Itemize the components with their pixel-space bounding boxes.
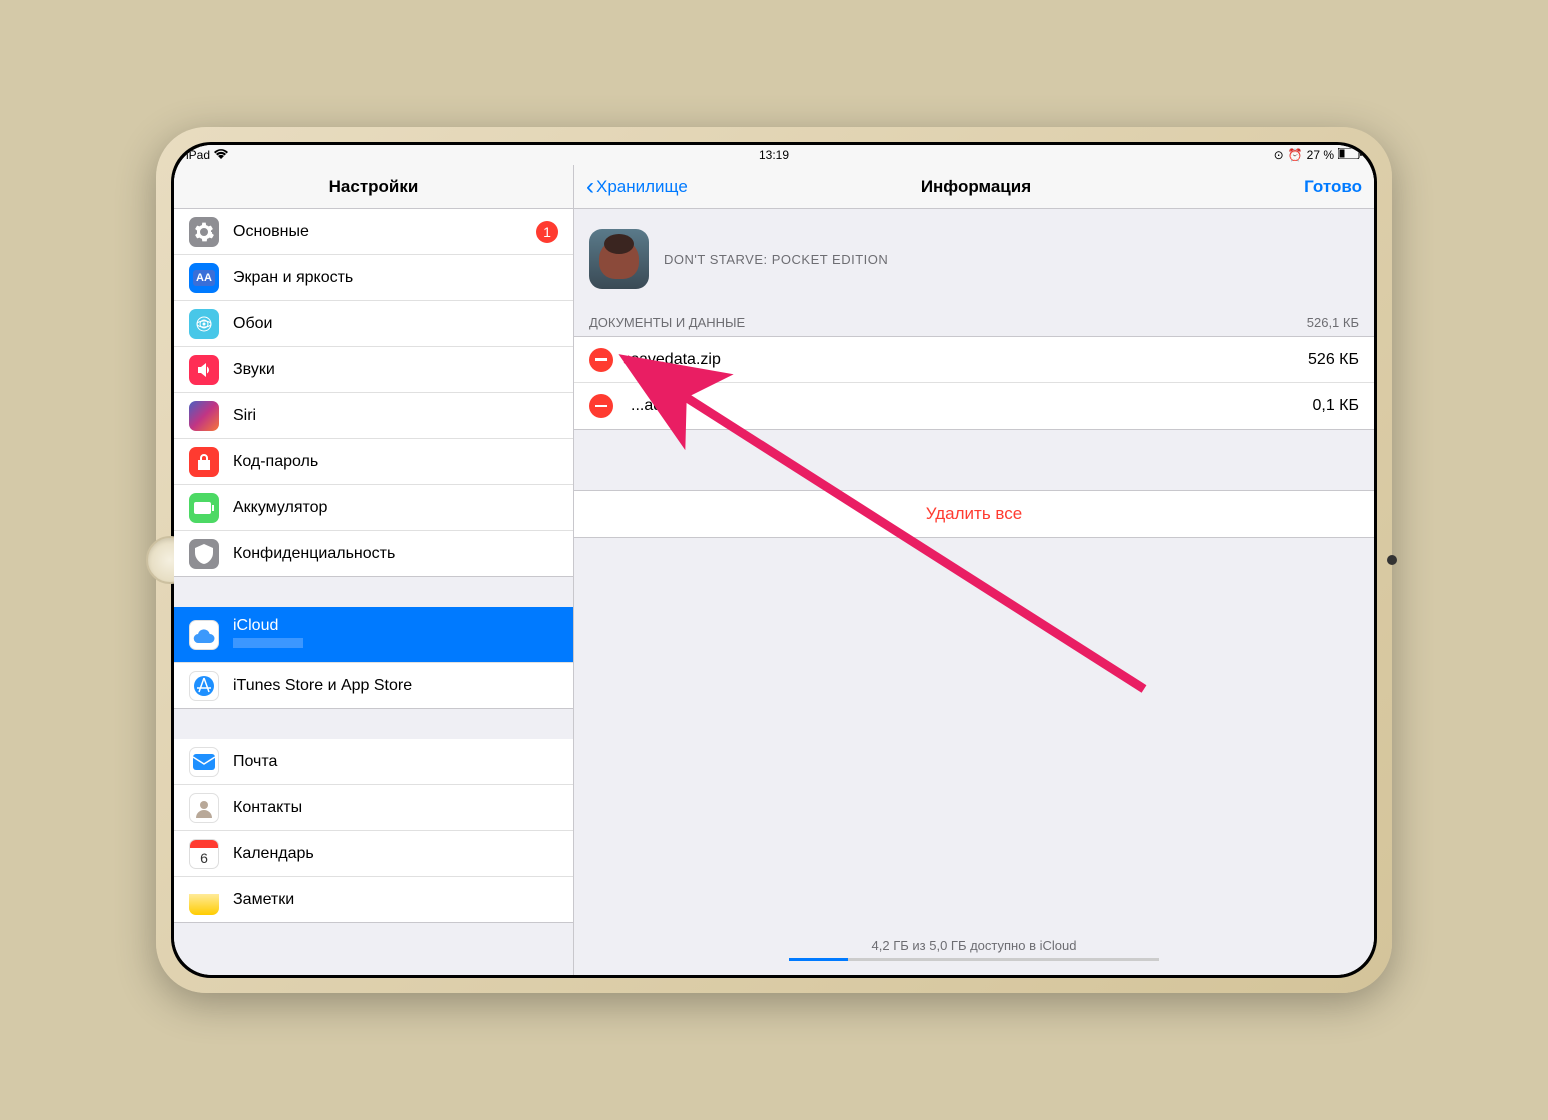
file-size: 0,1 КБ (1312, 397, 1359, 415)
app-icon (589, 229, 649, 289)
appstore-icon (189, 671, 219, 701)
sidebar-item-calendar[interactable]: 6 Календарь (174, 831, 573, 877)
lock-icon (189, 447, 219, 477)
battery-icon (189, 493, 219, 523)
file-name: ...ader (631, 397, 1312, 415)
sidebar-item-cloud[interactable]: iCloud (174, 607, 573, 663)
sidebar-item-label: Контакты (233, 799, 558, 817)
sidebar-item-appstore[interactable]: iTunes Store и App Store (174, 663, 573, 709)
chevron-left-icon: ‹ (586, 173, 594, 201)
wifi-icon (214, 148, 228, 162)
sidebar-item-label: Siri (233, 407, 558, 425)
notes-icon (189, 885, 219, 915)
settings-sidebar: Настройки Основные1 AA Экран и яркость Обои… (174, 165, 574, 975)
sidebar-item-label: Конфиденциальность (233, 545, 558, 563)
sidebar-item-siri[interactable]: Siri (174, 393, 573, 439)
display-icon: AA (189, 263, 219, 293)
sound-icon (189, 355, 219, 385)
section-header: ДОКУМЕНТЫ И ДАННЫЕ 526,1 КБ (574, 309, 1374, 336)
time-label: 13:19 (578, 148, 970, 162)
storage-fill (789, 958, 848, 961)
section-header-total: 526,1 КБ (1307, 315, 1359, 330)
app-info-row: DON'T STARVE: POCKET EDITION (574, 209, 1374, 309)
sidebar-item-wallpaper[interactable]: Обои (174, 301, 573, 347)
storage-footer: 4,2 ГБ из 5,0 ГБ доступно в iCloud (574, 928, 1374, 975)
delete-icon[interactable] (589, 348, 613, 372)
done-button[interactable]: Готово (1304, 177, 1362, 197)
file-row[interactable]: savedata.zip526 КБ (574, 337, 1374, 383)
sidebar-item-label: Основные (233, 223, 536, 241)
sidebar-item-label: Звуки (233, 361, 558, 379)
main-header: ‹ Хранилище Информация Готово (574, 165, 1374, 209)
app-name: DON'T STARVE: POCKET EDITION (664, 252, 888, 267)
file-list: savedata.zip526 КБ...ader0,1 КБ (574, 336, 1374, 430)
sidebar-item-label: Аккумулятор (233, 499, 558, 517)
sidebar-title: Настройки (329, 177, 419, 197)
battery-percent: 27 % (1307, 148, 1334, 162)
page-title: Информация (648, 177, 1304, 197)
sidebar-item-gear[interactable]: Основные1 (174, 209, 573, 255)
sidebar-item-label: iTunes Store и App Store (233, 677, 558, 695)
section-header-label: ДОКУМЕНТЫ И ДАННЫЕ (589, 315, 745, 330)
siri-icon (189, 401, 219, 431)
wallpaper-icon (189, 309, 219, 339)
orientation-lock-icon: ⊙ (1274, 148, 1284, 162)
sidebar-item-label: iCloud (233, 617, 558, 635)
sidebar-item-label: Экран и яркость (233, 269, 558, 287)
sidebar-item-battery[interactable]: Аккумулятор (174, 485, 573, 531)
battery-icon (1338, 148, 1362, 162)
sidebar-item-contacts[interactable]: Контакты (174, 785, 573, 831)
storage-bar (789, 958, 1159, 961)
sidebar-item-label: Почта (233, 753, 558, 771)
status-bar: iPad 13:19 ⊙ ⏰ 27 % (174, 145, 1374, 165)
sidebar-item-label: Заметки (233, 891, 558, 909)
sidebar-item-privacy[interactable]: Конфиденциальность (174, 531, 573, 577)
camera (1387, 555, 1397, 565)
file-row[interactable]: ...ader0,1 КБ (574, 383, 1374, 429)
contacts-icon (189, 793, 219, 823)
sidebar-item-sound[interactable]: Звуки (174, 347, 573, 393)
delete-icon[interactable] (589, 394, 613, 418)
sidebar-header: Настройки (174, 165, 573, 209)
sidebar-item-lock[interactable]: Код-пароль (174, 439, 573, 485)
cloud-icon (189, 620, 219, 650)
calendar-icon: 6 (189, 839, 219, 869)
gear-icon (189, 217, 219, 247)
alarm-icon: ⏰ (1288, 148, 1303, 162)
device-label: iPad (186, 148, 210, 162)
mail-icon (189, 747, 219, 777)
sidebar-item-label: Обои (233, 315, 558, 333)
file-size: 526 КБ (1308, 351, 1359, 369)
sidebar-item-display[interactable]: AA Экран и яркость (174, 255, 573, 301)
sidebar-item-label: Код-пароль (233, 453, 558, 471)
notification-badge: 1 (536, 221, 558, 243)
sidebar-item-mail[interactable]: Почта (174, 739, 573, 785)
privacy-icon (189, 539, 219, 569)
sidebar-item-notes[interactable]: Заметки (174, 877, 573, 923)
sidebar-item-label: Календарь (233, 845, 558, 863)
main-panel: ‹ Хранилище Информация Готово DON'T STAR… (574, 165, 1374, 975)
delete-all-button[interactable]: Удалить все (574, 491, 1374, 537)
storage-text: 4,2 ГБ из 5,0 ГБ доступно в iCloud (574, 938, 1374, 953)
file-name: savedata.zip (631, 351, 1308, 369)
